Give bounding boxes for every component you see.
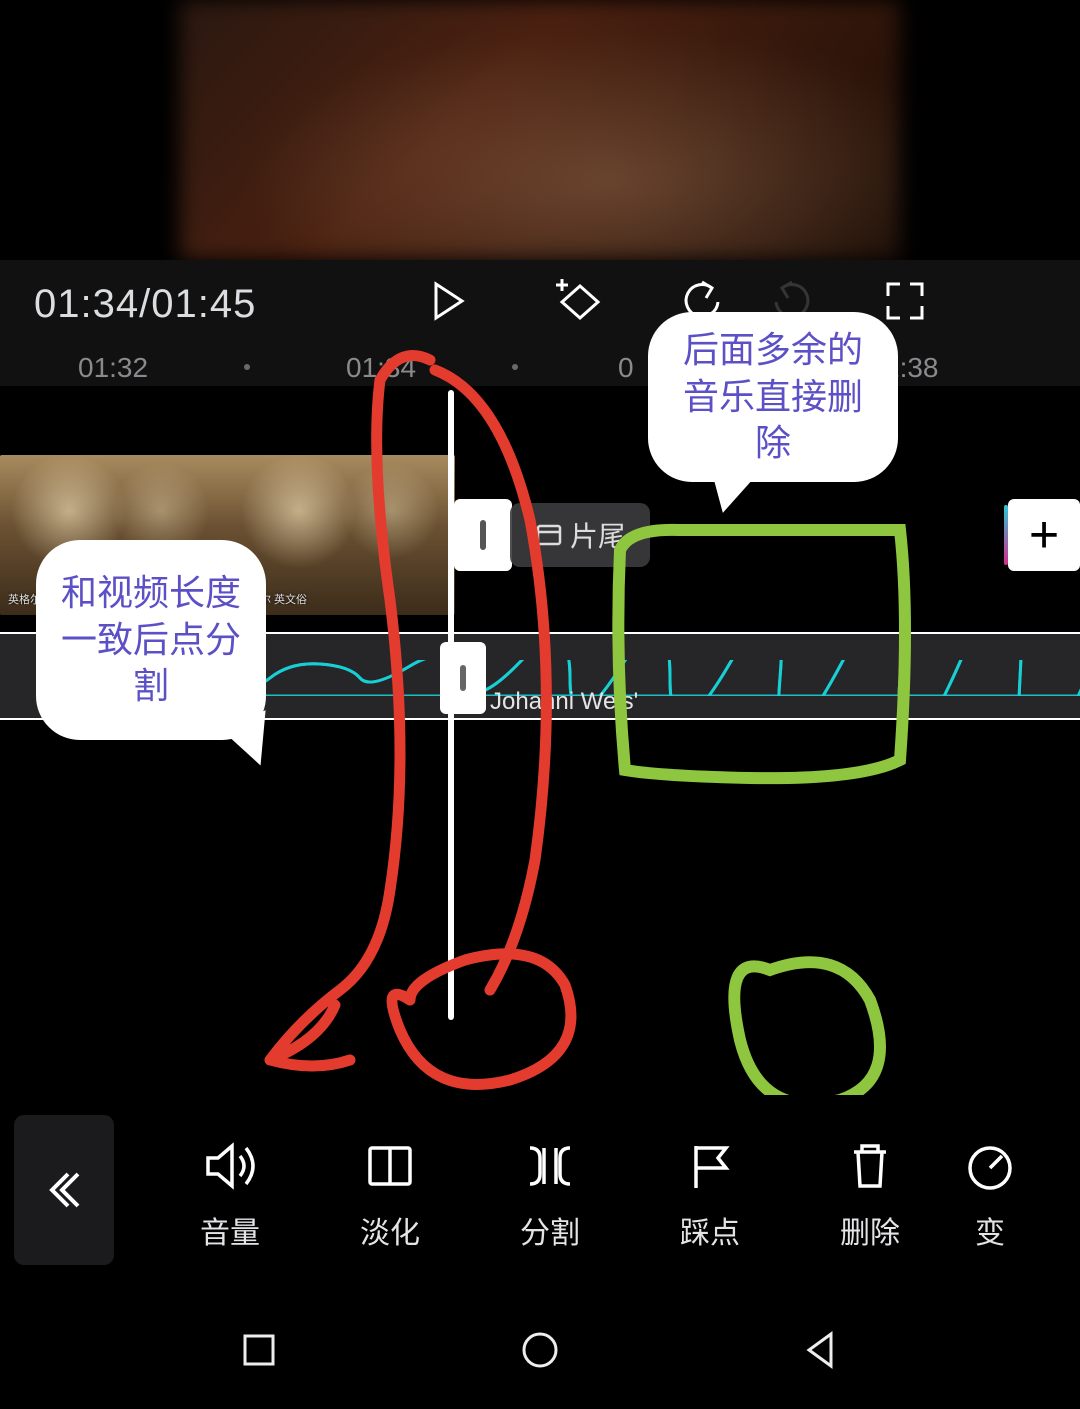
ruler-tick: 01:34	[346, 352, 416, 384]
end-screen-tag[interactable]: 片尾	[510, 503, 650, 567]
clip-handle[interactable]	[454, 499, 512, 571]
trash-icon	[842, 1138, 898, 1194]
toolbar-back-button[interactable]	[14, 1115, 114, 1265]
video-preview[interactable]	[180, 0, 900, 260]
speed-icon	[962, 1138, 1018, 1194]
keyframe-add-icon[interactable]	[552, 274, 608, 330]
volume-icon	[202, 1138, 258, 1194]
system-navbar	[0, 1295, 1080, 1409]
tool-delete[interactable]: 删除	[790, 1138, 950, 1252]
tool-label: 踩点	[680, 1208, 740, 1252]
audio-clip-handle[interactable]	[440, 642, 486, 714]
fullscreen-icon[interactable]	[882, 278, 928, 324]
audio-clip-name: Johanni Weis'	[490, 688, 638, 716]
nav-home-icon[interactable]	[518, 1328, 562, 1377]
ruler-dot	[244, 364, 250, 370]
tool-speed[interactable]: 变	[950, 1138, 1030, 1252]
tool-label: 变	[975, 1208, 1005, 1252]
tool-label: 删除	[840, 1208, 900, 1252]
tool-split[interactable]: 分割	[470, 1138, 630, 1252]
tool-volume[interactable]: 音量	[150, 1138, 310, 1252]
plus-icon: +	[1029, 505, 1059, 565]
tool-label: 音量	[200, 1208, 260, 1252]
edit-toolbar: 音量 淡化 分割 踩点 删除 变	[0, 1095, 1080, 1295]
playback-bar: 01:34/01:45	[0, 260, 1080, 346]
nav-back-icon[interactable]	[799, 1328, 843, 1377]
ruler-tick: 0	[618, 352, 634, 384]
add-clip-button[interactable]: +	[1008, 499, 1080, 571]
timecode: 01:34/01:45	[34, 282, 256, 327]
tool-beat[interactable]: 踩点	[630, 1138, 790, 1252]
split-icon	[522, 1138, 578, 1194]
tool-fade[interactable]: 淡化	[310, 1138, 470, 1252]
annotation-bubble-left: 和视频长度一致后点分割	[36, 540, 266, 740]
flag-icon	[682, 1138, 738, 1194]
fade-icon	[362, 1138, 418, 1194]
ruler-tick: 01:32	[78, 352, 148, 384]
tool-label: 淡化	[360, 1208, 420, 1252]
play-icon[interactable]	[424, 278, 470, 324]
ruler-dot	[512, 364, 518, 370]
timeline-ruler[interactable]: 01:32 01:34 0 1:38	[0, 346, 1080, 386]
end-screen-label: 片尾	[570, 515, 626, 555]
nav-recent-icon[interactable]	[237, 1328, 281, 1377]
tool-label: 分割	[520, 1208, 580, 1252]
playhead[interactable]	[448, 390, 454, 1020]
annotation-bubble-right: 后面多余的音乐直接删除	[648, 312, 898, 482]
